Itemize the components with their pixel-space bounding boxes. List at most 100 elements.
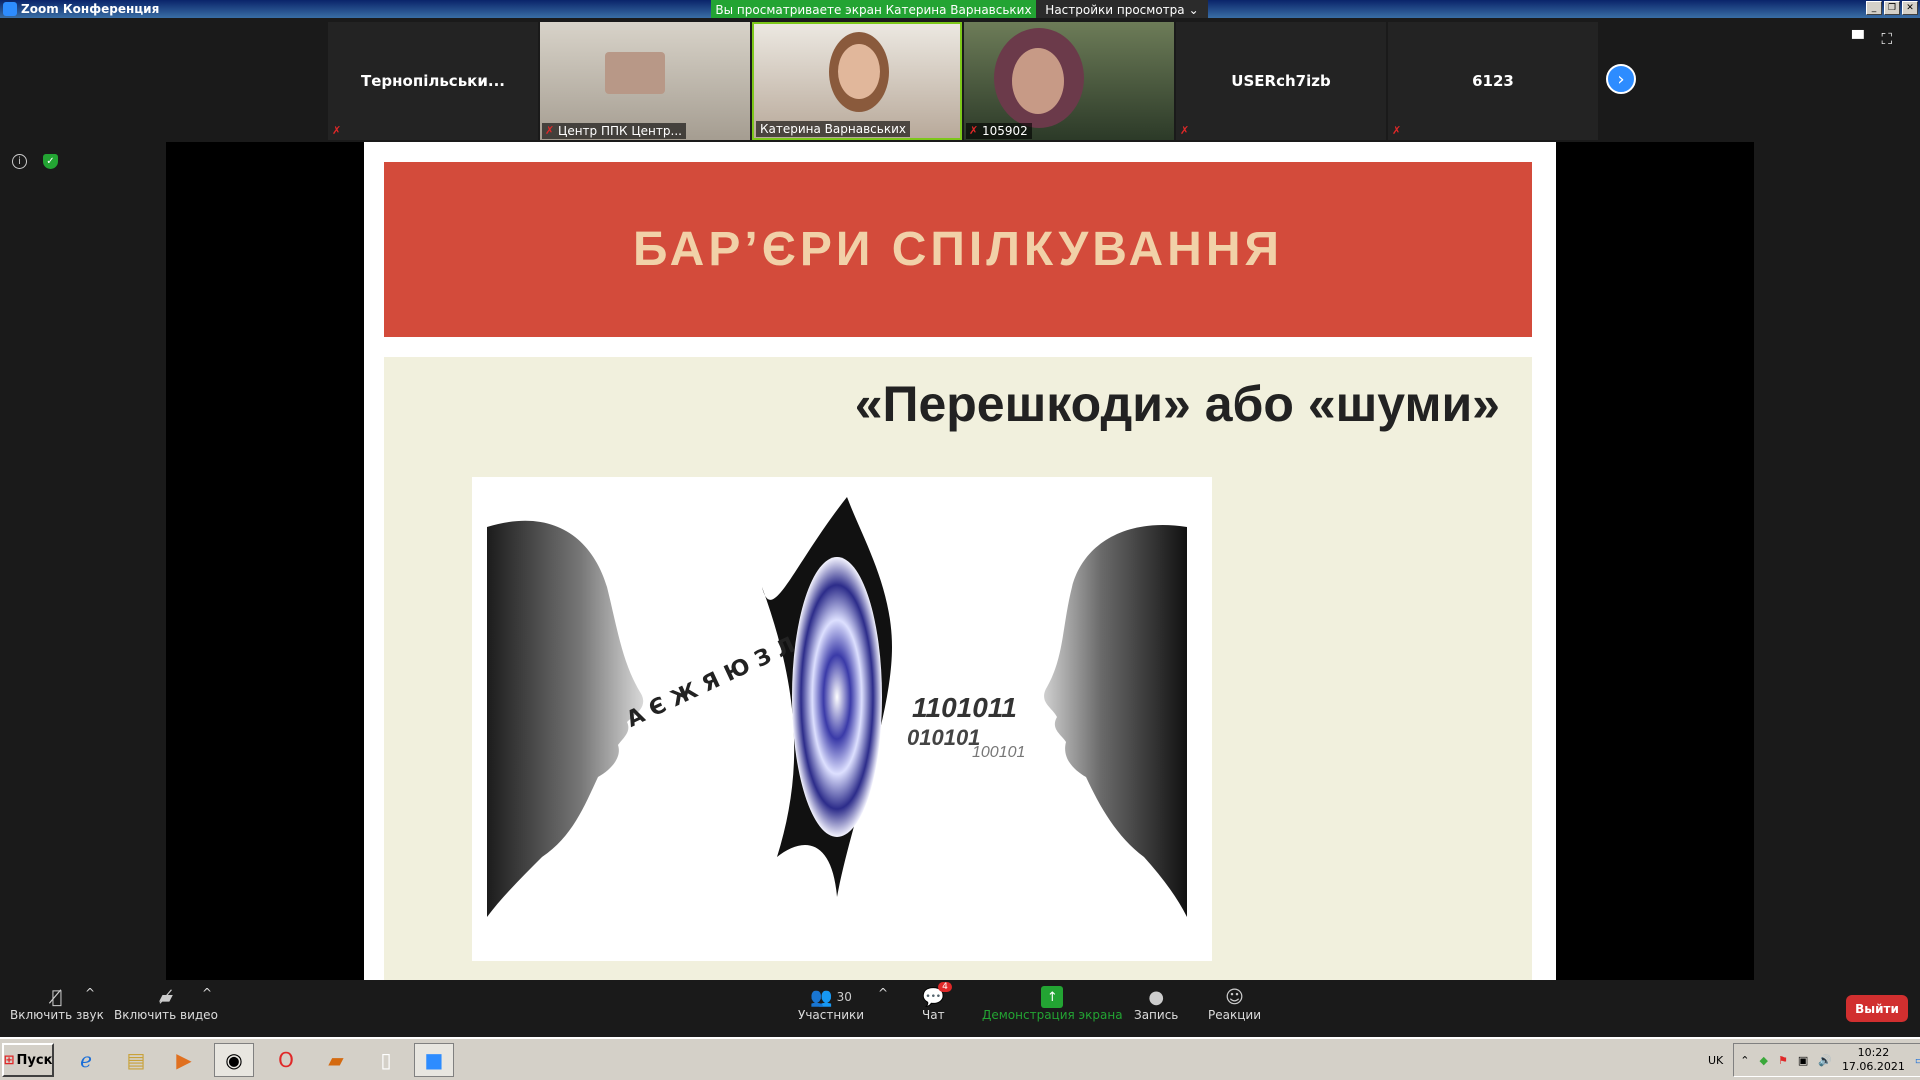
- media-player-icon[interactable]: ▶: [164, 1043, 204, 1077]
- participant-tile[interactable]: 6123 ✗: [1388, 22, 1598, 140]
- participant-tile[interactable]: USERch7izb ✗: [1176, 22, 1386, 140]
- os-taskbar: ⊞ Пуск ℯ ▤ ▶ ◉ O ▰ ▯ ■ UK ⌃ ◆ ⚑ ▣ 🔊 10:2…: [0, 1037, 1920, 1080]
- record-button[interactable]: ● Запись: [1134, 986, 1179, 1023]
- muted-mic-icon: ✗: [1392, 124, 1402, 137]
- participant-name: Катерина Варнавських: [760, 122, 906, 136]
- audio-options-caret[interactable]: ^: [85, 986, 95, 1000]
- muted-mic-icon: ✗: [332, 124, 342, 137]
- clock-date: 17.06.2021: [1841, 1060, 1905, 1073]
- communication-barrier-illustration: А Є Ж Я Ю З Л 1101011 010101 100101: [472, 477, 1212, 961]
- chat-badge: 4: [938, 982, 952, 992]
- video-feed: [605, 52, 665, 94]
- participants-label: Участники: [798, 1008, 865, 1022]
- video-feed-face: [1012, 48, 1064, 114]
- zoom-app-icon: [3, 2, 17, 16]
- leave-button[interactable]: Выйти: [1846, 995, 1908, 1022]
- illustration-svg: А Є Ж Я Ю З Л 1101011 010101 100101: [487, 497, 1187, 917]
- volume-icon[interactable]: 🔊: [1818, 1054, 1832, 1067]
- meeting-stage: Тернопільськи... ✗ ✗ Центр ППК Центр... …: [0, 18, 1920, 982]
- participant-name: Центр ППК Центр...: [558, 124, 682, 138]
- reactions-button[interactable]: ☺ Реакции: [1208, 986, 1261, 1023]
- chevron-right-icon: ›: [1617, 68, 1625, 90]
- flying-letters: А Є Ж Я Ю З Л: [623, 633, 799, 733]
- reactions-icon: ☺: [1225, 986, 1244, 1008]
- muted-mic-icon: ✗: [1180, 124, 1190, 137]
- clock[interactable]: 10:22 17.06.2021: [1842, 1046, 1905, 1074]
- share-screen-button[interactable]: ↑ Демонстрация экрана: [982, 986, 1123, 1022]
- binary-stream-1: 1101011: [912, 692, 1017, 723]
- participants-button[interactable]: 👥 30 Участники: [798, 986, 865, 1023]
- meeting-toolbar: 🎙̸ Включить звук ^ ▰̸ Включить видео ^ 👥…: [0, 980, 1920, 1037]
- participant-caption: ✗ Центр ППК Центр...: [542, 123, 686, 139]
- notes-app-icon[interactable]: ▰: [316, 1043, 356, 1077]
- participant-name: 105902: [982, 124, 1028, 138]
- left-face: [487, 520, 644, 917]
- participant-caption: Катерина Варнавських: [756, 121, 910, 137]
- record-label: Запись: [1134, 1008, 1179, 1022]
- presentation-slide: БАР’ЄРИ СПІЛКУВАННЯ «Перешкоди» або «шум…: [364, 142, 1556, 982]
- barrier-swirl: [792, 557, 882, 837]
- view-controls: ▀ ⛶: [1852, 30, 1892, 48]
- slide-title: БАР’ЄРИ СПІЛКУВАННЯ: [633, 223, 1283, 276]
- chat-icon: 💬 4: [922, 982, 952, 1008]
- share-screen-label: Демонстрация экрана: [982, 1008, 1123, 1022]
- chat-button[interactable]: 💬 4 Чат: [922, 982, 952, 1022]
- tray-icons: ⌃ ◆ ⚑ ▣ 🔊 10:22 17.06.2021 ▭: [1733, 1043, 1920, 1077]
- video-off-icon: ▰̸: [159, 986, 173, 1008]
- reactions-label: Реакции: [1208, 1008, 1261, 1022]
- participant-tile[interactable]: ✗ 105902: [964, 22, 1174, 140]
- participant-name: Тернопільськи...: [361, 72, 505, 90]
- info-icon[interactable]: i: [12, 154, 27, 169]
- show-desktop-icon[interactable]: ▭: [1915, 1054, 1920, 1067]
- unmute-label: Включить звук: [10, 1008, 104, 1022]
- chevron-down-icon: ⌄: [1188, 3, 1199, 17]
- language-indicator[interactable]: UK: [1708, 1054, 1723, 1067]
- participant-tile[interactable]: Тернопільськи... ✗: [328, 22, 538, 140]
- window-controls: _ ❐ ✕: [1866, 1, 1918, 15]
- start-video-label: Включить видео: [114, 1008, 218, 1022]
- tray-expand-icon[interactable]: ⌃: [1740, 1054, 1749, 1067]
- participant-strip: Тернопільськи... ✗ ✗ Центр ППК Центр... …: [328, 22, 1598, 140]
- view-options-button[interactable]: Настройки просмотра ⌄: [1036, 0, 1208, 20]
- video-options-caret[interactable]: ^: [202, 986, 212, 1000]
- participant-tile[interactable]: ✗ Центр ППК Центр...: [540, 22, 750, 140]
- clock-time: 10:22: [1857, 1046, 1890, 1059]
- chrome-icon[interactable]: ◉: [214, 1043, 254, 1077]
- next-page-button[interactable]: ›: [1606, 64, 1636, 94]
- tray-flag-icon[interactable]: ⚑: [1778, 1054, 1788, 1067]
- close-button[interactable]: ✕: [1902, 1, 1918, 15]
- video-feed-face: [838, 44, 880, 99]
- right-face: [1044, 525, 1187, 917]
- shared-screen: БАР’ЄРИ СПІЛКУВАННЯ «Перешкоди» або «шум…: [166, 142, 1754, 982]
- restore-button[interactable]: ❐: [1884, 1, 1900, 15]
- binary-stream-2: 010101: [907, 725, 980, 750]
- system-tray: UK ⌃ ◆ ⚑ ▣ 🔊 10:22 17.06.2021 ▭: [1708, 1043, 1920, 1077]
- start-button[interactable]: ⊞ Пуск: [2, 1043, 54, 1077]
- opera-icon[interactable]: O: [266, 1043, 306, 1077]
- minimize-button[interactable]: _: [1866, 1, 1882, 15]
- slide-body: «Перешкоди» або «шуми» А Є Ж Я Ю З Л 110…: [384, 357, 1532, 982]
- share-screen-icon: ↑: [1041, 986, 1064, 1008]
- record-icon: ●: [1148, 986, 1165, 1008]
- zoom-taskbar-icon[interactable]: ■: [414, 1043, 454, 1077]
- view-options-label: Настройки просмотра: [1045, 3, 1185, 17]
- internet-explorer-icon[interactable]: ℯ: [66, 1043, 106, 1077]
- muted-mic-icon: 🎙̸: [51, 986, 63, 1008]
- participants-count: 30: [836, 990, 852, 1004]
- tray-network-icon[interactable]: ▣: [1798, 1054, 1808, 1067]
- fullscreen-icon[interactable]: ⛶: [1882, 30, 1893, 48]
- participant-tile-active-speaker[interactable]: Катерина Варнавських: [752, 22, 962, 140]
- slide-subtitle: «Перешкоди» або «шуми»: [854, 376, 1500, 432]
- participants-options-caret[interactable]: ^: [878, 986, 888, 1000]
- gallery-view-icon[interactable]: ▀: [1852, 30, 1864, 48]
- blank-document-icon[interactable]: ▯: [366, 1043, 406, 1077]
- tray-app-icon[interactable]: ◆: [1759, 1054, 1767, 1067]
- participant-caption: ✗ 105902: [966, 123, 1032, 139]
- participant-name: USERch7izb: [1231, 72, 1331, 90]
- shield-icon[interactable]: ✓: [43, 154, 58, 169]
- participant-name: 6123: [1472, 72, 1514, 90]
- window-title: Zoom Конференция: [21, 2, 160, 16]
- meeting-info-icons: i ✓: [12, 154, 58, 169]
- muted-mic-icon: ✗: [969, 124, 979, 137]
- file-explorer-icon[interactable]: ▤: [116, 1043, 156, 1077]
